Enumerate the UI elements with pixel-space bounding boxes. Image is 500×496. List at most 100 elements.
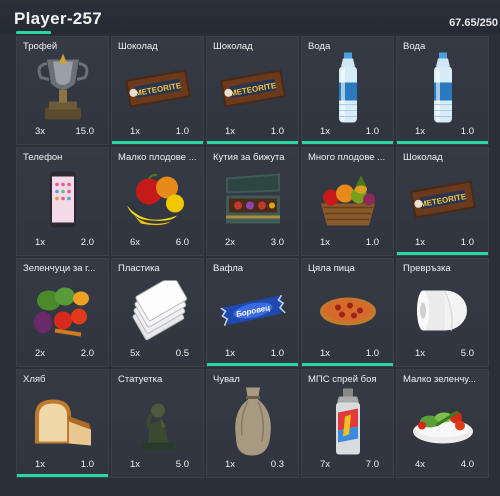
item-quantity: 6x: [130, 237, 141, 248]
inventory-slot[interactable]: Вафла Боровец 1x 1.0: [206, 258, 299, 367]
item-name: Много плодове ...: [308, 152, 386, 163]
item-weight: 1.0: [460, 126, 474, 137]
wafer-icon: Боровец: [218, 294, 288, 333]
chocolate-bar-icon: METEORITE: [408, 178, 478, 227]
item-quantity: 1x: [225, 348, 236, 359]
item-weight: 1.0: [80, 459, 94, 470]
inventory-slot[interactable]: Зеленчуци за г... 2x 2.0: [16, 258, 109, 367]
item-weight: 2.0: [80, 237, 94, 248]
item-durability-bar: [207, 474, 298, 477]
item-name: Вода: [308, 41, 331, 52]
item-quantity: 3x: [35, 126, 46, 137]
item-weight: 1.0: [270, 348, 284, 359]
inventory-slot[interactable]: Телефон 1x 2.0: [16, 147, 109, 256]
inventory-slot[interactable]: Хляб 1x 1.0: [16, 369, 109, 478]
item-weight: 4.0: [460, 459, 474, 470]
item-weight: 5.0: [175, 459, 189, 470]
item-quantity: 1x: [415, 348, 426, 359]
item-name: Статуетка: [118, 374, 163, 385]
inventory-slot[interactable]: Шоколад METEORITE 1x 1.0: [396, 147, 489, 256]
jewelry-box-icon: [220, 172, 286, 233]
inventory-slot[interactable]: Малко плодове ... 6x 6.0: [111, 147, 204, 256]
inventory-slot[interactable]: МПС спрей боя 7x 7.0: [301, 369, 394, 478]
item-name: Шоколад: [118, 41, 158, 52]
weight-counter: 67.65/250: [449, 17, 498, 29]
item-name: Вафла: [213, 263, 244, 274]
item-weight: 15.0: [75, 126, 95, 137]
water-bottle-icon: [333, 52, 363, 130]
item-durability-bar: [397, 252, 488, 255]
inventory-slot[interactable]: Малко зеленчу... 4x 4.0: [396, 369, 489, 478]
item-name: Вода: [403, 41, 426, 52]
item-durability-bar: [302, 474, 393, 477]
inventory-slot[interactable]: Превръзка 1x 5.0: [396, 258, 489, 367]
inventory-slot[interactable]: Кутия за бижута 2x 3.0: [206, 147, 299, 256]
inventory-grid: Трофей 3x 15.0 Шоколад METEORITE 1x 1.0 Шоко…: [16, 36, 489, 478]
item-weight: 1.0: [365, 126, 379, 137]
chocolate-bar-icon: METEORITE: [123, 67, 193, 116]
item-weight: 1.0: [175, 126, 189, 137]
inventory-slot[interactable]: Шоколад METEORITE 1x 1.0: [111, 36, 204, 145]
item-weight: 3.0: [270, 237, 284, 248]
item-weight: 7.0: [365, 459, 379, 470]
inventory-slot[interactable]: Вода 1x 1.0: [301, 36, 394, 145]
player-name: Player-257: [14, 9, 103, 28]
item-quantity: 1x: [320, 237, 331, 248]
inventory-slot[interactable]: Цяла пица 1x 1.0: [301, 258, 394, 367]
weight-progress-bar: [16, 31, 146, 34]
item-quantity: 1x: [320, 348, 331, 359]
fruit-pile-icon: [123, 170, 193, 235]
inventory-slot[interactable]: Вода 1x 1.0: [396, 36, 489, 145]
trophy-icon: [31, 53, 95, 129]
vegetables-icon: [29, 281, 97, 346]
item-durability-bar: [17, 363, 108, 366]
fruit-basket-icon: [315, 170, 381, 235]
item-name: Телефон: [23, 152, 63, 163]
pizza-icon: [318, 294, 378, 333]
item-quantity: 1x: [225, 459, 236, 470]
item-durability-bar: [397, 141, 488, 144]
inventory-header: Player-257 67.65/250: [0, 0, 500, 34]
spray-paint-icon: [331, 387, 365, 462]
item-quantity: 4x: [415, 459, 426, 470]
water-bottle-icon: [428, 52, 458, 130]
item-durability-bar: [112, 363, 203, 366]
item-name: Малко зеленчу...: [403, 374, 476, 385]
item-quantity: 1x: [225, 126, 236, 137]
inventory-slot[interactable]: Статуетка 1x 5.0: [111, 369, 204, 478]
bandage-roll-icon: [415, 286, 471, 341]
inventory-slot[interactable]: Чувал 1x 0.3: [206, 369, 299, 478]
inventory-slot[interactable]: Пластика 5x 0.5: [111, 258, 204, 367]
item-weight: 1.0: [365, 348, 379, 359]
item-name: Шоколад: [213, 41, 253, 52]
item-name: Зеленчуци за г...: [23, 263, 96, 274]
item-durability-bar: [112, 141, 203, 144]
item-quantity: 5x: [130, 348, 141, 359]
item-durability-bar: [112, 474, 203, 477]
item-weight: 6.0: [175, 237, 189, 248]
item-weight: 0.5: [175, 348, 189, 359]
plastic-cards-icon: [123, 275, 193, 346]
item-quantity: 1x: [415, 237, 426, 248]
item-name: Малко плодове ...: [118, 152, 197, 163]
item-quantity: 2x: [35, 348, 46, 359]
item-quantity: 1x: [415, 126, 426, 137]
inventory-slot[interactable]: Шоколад METEORITE 1x 1.0: [206, 36, 299, 145]
item-name: Цяла пица: [308, 263, 355, 274]
item-durability-bar: [302, 141, 393, 144]
item-durability-bar: [397, 474, 488, 477]
item-durability-bar: [112, 252, 203, 255]
weight-progress-fill: [16, 31, 52, 34]
inventory-slot[interactable]: Трофей 3x 15.0: [16, 36, 109, 145]
item-durability-bar: [17, 252, 108, 255]
item-quantity: 1x: [35, 237, 46, 248]
inventory-slot[interactable]: Много плодове ... 1x 1.0: [301, 147, 394, 256]
item-name: Пластика: [118, 263, 160, 274]
item-name: Кутия за бижута: [213, 152, 285, 163]
item-name: Чувал: [213, 374, 240, 385]
item-durability-bar: [207, 252, 298, 255]
item-quantity: 1x: [35, 459, 46, 470]
item-quantity: 1x: [130, 459, 141, 470]
item-durability-bar: [17, 141, 108, 144]
vegetable-bowl-icon: [410, 396, 476, 453]
